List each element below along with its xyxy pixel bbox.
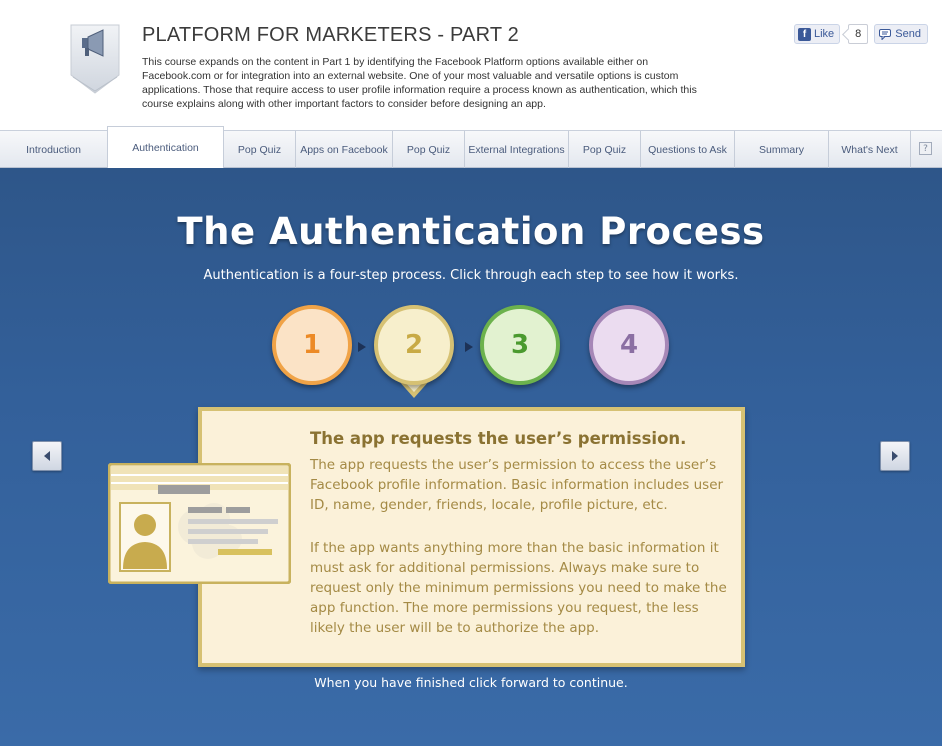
like-label: Like <box>813 28 835 40</box>
step-4-button[interactable]: 4 <box>589 305 669 385</box>
page-subtitle: Authentication is a four-step process. C… <box>203 268 739 283</box>
step-2-button[interactable]: 2 <box>374 305 454 385</box>
continue-instruction: When you have finished click forward to … <box>314 675 628 690</box>
send-label: Send <box>895 28 921 40</box>
help-icon[interactable]: ? <box>919 142 932 155</box>
tab-external-integrations[interactable]: External Integrations <box>465 131 569 168</box>
card-heading: The app requests the user’s permission. <box>310 429 687 448</box>
tab-questions-to-ask[interactable]: Questions to Ask <box>641 131 735 168</box>
step-arrow-icon <box>358 342 366 352</box>
tab-introduction[interactable]: Introduction <box>0 131 108 168</box>
facebook-like-button[interactable]: f Like <box>793 24 841 44</box>
tab-pop-quiz-3[interactable]: Pop Quiz <box>569 131 641 168</box>
social-buttons: f Like 8 Send <box>793 24 928 44</box>
course-header: PLATFORM FOR MARKETERS - PART 2 This cou… <box>0 0 942 130</box>
facebook-send-button[interactable]: Send <box>874 24 928 44</box>
course-description: This course expands on the content in Pa… <box>142 56 697 110</box>
like-count: 8 <box>848 24 869 44</box>
arrow-left-icon <box>44 451 50 461</box>
tab-apps-on-facebook[interactable]: Apps on Facebook <box>296 131 393 168</box>
card-paragraph-2: If the app wants anything more than the … <box>310 540 727 636</box>
tab-whats-next[interactable]: What's Next <box>829 131 911 168</box>
facebook-icon: f <box>797 27 811 41</box>
tab-pop-quiz-2[interactable]: Pop Quiz <box>393 131 465 168</box>
next-button[interactable] <box>880 441 910 471</box>
tab-bar: Introduction Authentication Pop Quiz App… <box>0 126 942 169</box>
step-arrow-icon <box>465 342 473 352</box>
tab-authentication[interactable]: Authentication <box>107 126 224 169</box>
course-title: PLATFORM FOR MARKETERS - PART 2 <box>142 24 519 46</box>
page-title: The Authentication Process <box>177 210 765 253</box>
speech-bubble-icon <box>879 28 892 40</box>
arrow-right-icon <box>892 451 898 461</box>
previous-button[interactable] <box>32 441 62 471</box>
card-paragraph-1: The app requests the user’s permission t… <box>310 457 724 513</box>
step-1-button[interactable]: 1 <box>272 305 352 385</box>
profile-id-card-illustration <box>108 463 291 584</box>
step-3-button[interactable]: 3 <box>480 305 560 385</box>
tab-pop-quiz-1[interactable]: Pop Quiz <box>224 131 296 168</box>
megaphone-icon <box>70 24 120 94</box>
tab-summary[interactable]: Summary <box>735 131 829 168</box>
content-stage: The Authentication Process Authenticatio… <box>0 168 942 746</box>
